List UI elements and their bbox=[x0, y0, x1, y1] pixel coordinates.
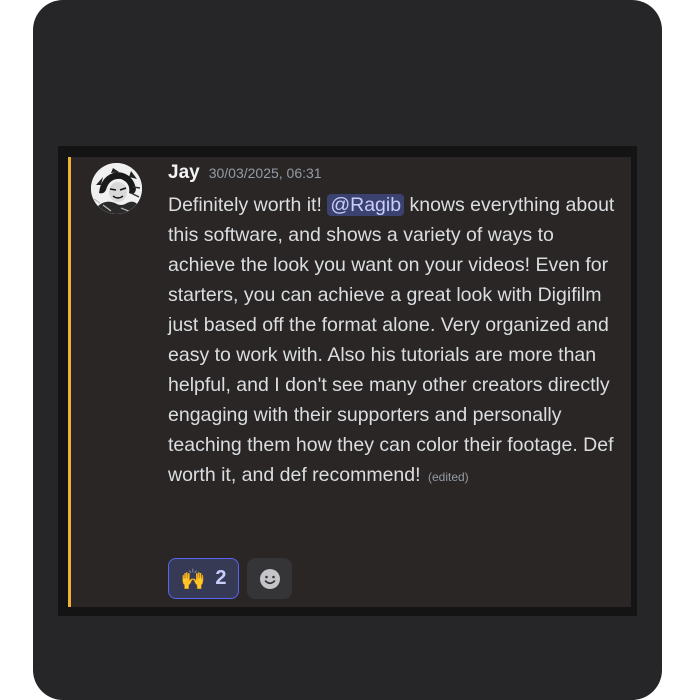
user-mention[interactable]: @Ragib bbox=[327, 194, 405, 216]
reaction-raising-hands[interactable]: 🙌 2 bbox=[168, 558, 239, 599]
raising-hands-icon: 🙌 bbox=[180, 566, 206, 591]
avatar[interactable] bbox=[91, 163, 142, 214]
reaction-count: 2 bbox=[215, 567, 227, 589]
author-name[interactable]: Jay bbox=[168, 162, 200, 184]
mention-accent-bar bbox=[68, 157, 71, 607]
message-content: Definitely worth it! @Ragib knows everyt… bbox=[168, 190, 618, 492]
add-reaction-button[interactable] bbox=[247, 558, 292, 599]
reactions-bar: 🙌 2 bbox=[168, 558, 292, 599]
message-timestamp[interactable]: 30/03/2025, 06:31 bbox=[209, 165, 322, 181]
message-text-start: Definitely worth it! bbox=[168, 194, 328, 216]
message-text-rest: knows everything about this software, an… bbox=[168, 194, 615, 486]
edited-label: (edited) bbox=[427, 470, 469, 484]
manga-avatar-icon bbox=[91, 163, 142, 214]
message-header: Jay 30/03/2025, 06:31 bbox=[168, 162, 322, 190]
smiley-add-reaction-icon bbox=[259, 568, 280, 589]
